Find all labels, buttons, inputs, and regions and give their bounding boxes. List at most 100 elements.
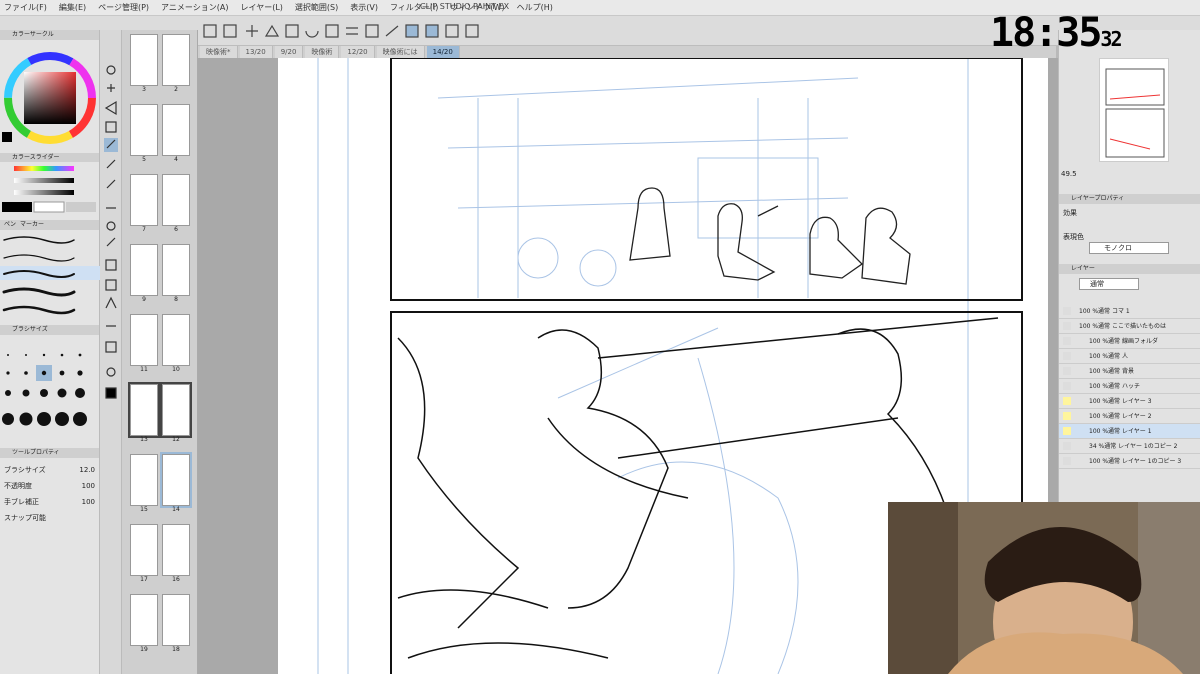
visibility-icon[interactable] [1063, 322, 1071, 330]
thumbnail-row[interactable]: 76 [122, 170, 197, 240]
layer-row[interactable]: 100 %通常 ここで描いたものは [1059, 319, 1200, 334]
layer-row[interactable]: 100 %通常 人 [1059, 349, 1200, 364]
visibility-icon[interactable] [1063, 457, 1071, 465]
thumbnail-row[interactable]: 11 10 [122, 310, 197, 380]
visibility-icon[interactable] [1063, 367, 1071, 375]
blend-mode-select[interactable]: 通常 [1079, 278, 1139, 290]
page-thumbnail[interactable]: 8 [162, 244, 190, 310]
thumbnail-image [162, 524, 190, 576]
tab-doc-1[interactable]: 映像術* [200, 46, 238, 58]
page-thumbnail[interactable]: 11 [130, 314, 158, 380]
layer-row[interactable]: 100 %通常 レイヤー 1 [1059, 424, 1200, 439]
menu-animation[interactable]: アニメーション(A) [161, 2, 228, 13]
page-thumbnail[interactable]: 2 [162, 34, 190, 100]
layer-row[interactable]: 100 %通常 コマ 1 [1059, 304, 1200, 319]
tab-doc-5[interactable]: 12/20 [341, 46, 375, 58]
navigator-preview[interactable] [1099, 58, 1169, 162]
menu-edit[interactable]: 編集(E) [59, 2, 86, 13]
page-thumbnail[interactable]: 7 [130, 174, 158, 240]
page-thumbnail[interactable]: 15 [130, 454, 158, 520]
page-thumbnail[interactable]: 17 [130, 524, 158, 590]
clock-hm: 18:35 [990, 10, 1102, 56]
thumbnail-label: 9 [142, 296, 146, 303]
document-tabs: 映像術* 13/20 9/20 映像術 12/20 映像術には 14/20 [196, 46, 1056, 58]
visibility-icon[interactable] [1063, 382, 1071, 390]
page-thumbnail[interactable]: 12 [162, 384, 190, 450]
thumbnail-row[interactable]: 54 [122, 100, 197, 170]
brush-size-row[interactable]: ブラシサイズ 12.0 [4, 462, 95, 478]
page-thumbnail[interactable]: 9 [130, 244, 158, 310]
menu-page[interactable]: ページ管理(P) [98, 2, 149, 13]
stabilize-row[interactable]: 手ブレ補正 100 [4, 494, 95, 510]
snap-row[interactable]: スナップ可能 [4, 510, 95, 526]
tab-doc-4[interactable]: 映像術 [305, 46, 340, 58]
thumbnail-row[interactable]: 17 16 [122, 520, 197, 590]
opacity-row[interactable]: 不透明度 100 [4, 478, 95, 494]
tab-doc-2[interactable]: 13/20 [239, 46, 273, 58]
color-wheel[interactable] [0, 40, 100, 150]
layer-panel-header: レイヤー [1059, 264, 1200, 274]
page-thumbnail[interactable]: 5 [130, 104, 158, 170]
thumbnail-label: 19 [140, 646, 148, 653]
page-thumbnail[interactable]: 13 [130, 384, 158, 450]
thumbnail-image [162, 454, 190, 506]
visibility-icon[interactable] [1063, 337, 1071, 345]
thumbnail-row[interactable]: 15 14 [122, 450, 197, 520]
color-sliders[interactable] [0, 162, 100, 217]
page-thumbnail[interactable]: 4 [162, 104, 190, 170]
menu-file[interactable]: ファイル(F) [4, 2, 47, 13]
menu-selection[interactable]: 選択範囲(S) [295, 2, 338, 13]
stream-clock: 18:3532 [990, 10, 1123, 56]
page-thumbnail[interactable]: 19 [130, 594, 158, 660]
page-thumbnail[interactable]: 10 [162, 314, 190, 380]
page-thumbnail[interactable]: 14 [162, 454, 190, 520]
tab-marker[interactable]: マーカー [20, 220, 44, 230]
page-thumbnail[interactable]: 18 [162, 594, 190, 660]
thumbnail-image [130, 454, 158, 506]
layer-row[interactable]: 100 %通常 レイヤー 2 [1059, 409, 1200, 424]
visibility-icon[interactable] [1063, 427, 1071, 435]
page-thumbnail[interactable]: 6 [162, 174, 190, 240]
sub-tool-list[interactable] [0, 230, 100, 322]
thumbnail-row[interactable]: 32 [122, 30, 197, 100]
tab-pen[interactable]: ペン [4, 220, 16, 230]
tab-doc-3[interactable]: 9/20 [274, 46, 304, 58]
tab-doc-active[interactable]: 14/20 [426, 46, 460, 58]
navigator-sketch [1105, 68, 1165, 158]
layer-row[interactable]: 100 %通常 線画フォルダ [1059, 334, 1200, 349]
thumbnail-row[interactable]: 98 [122, 240, 197, 310]
thumbnail-label: 13 [140, 436, 148, 443]
zoom-row[interactable]: 49.5 [1061, 170, 1199, 180]
visibility-icon[interactable] [1063, 352, 1071, 360]
menu-help[interactable]: ヘルプ(H) [517, 2, 553, 13]
expression-color-select[interactable]: モノクロ [1089, 242, 1169, 254]
layer-list: 100 %通常 コマ 1 100 %通常 ここで描いたものは 100 %通常 線画フ… [1059, 304, 1200, 469]
layer-row[interactable]: 100 %通常 背景 [1059, 364, 1200, 379]
page-thumbnail[interactable]: 3 [130, 34, 158, 100]
tool-icons[interactable] [100, 30, 122, 430]
command-icons[interactable] [200, 16, 560, 46]
thumbnail-label: 3 [142, 86, 146, 93]
visibility-icon[interactable] [1063, 412, 1071, 420]
layer-row[interactable]: 100 %通常 レイヤー 3 [1059, 394, 1200, 409]
menu-layer[interactable]: レイヤー(L) [240, 2, 282, 13]
tab-doc-6[interactable]: 映像術には [376, 46, 425, 58]
thumbnail-image [162, 384, 190, 436]
thumbnail-row[interactable]: 19 18 [122, 590, 197, 660]
layer-row[interactable]: 100 %通常 レイヤー 1のコピー 3 [1059, 454, 1200, 469]
visibility-icon[interactable] [1063, 442, 1071, 450]
thumbnail-label: 14 [172, 506, 180, 513]
thumbnail-label: 16 [172, 576, 180, 583]
visibility-icon[interactable] [1063, 307, 1071, 315]
thumbnail-row[interactable]: 13 12 [122, 380, 197, 450]
menu-view[interactable]: 表示(V) [350, 2, 378, 13]
layer-name: 100 %通常 レイヤー 1のコピー 3 [1089, 457, 1182, 465]
thumbnail-image [130, 594, 158, 646]
page-thumbnail[interactable]: 16 [162, 524, 190, 590]
visibility-icon[interactable] [1063, 397, 1071, 405]
thumbnail-image [162, 244, 190, 296]
clock-sec: 32 [1100, 27, 1122, 51]
brush-size-grid[interactable] [0, 335, 100, 445]
layer-row[interactable]: 100 %通常 ハッチ [1059, 379, 1200, 394]
layer-row[interactable]: 34 %通常 レイヤー 1のコピー 2 [1059, 439, 1200, 454]
